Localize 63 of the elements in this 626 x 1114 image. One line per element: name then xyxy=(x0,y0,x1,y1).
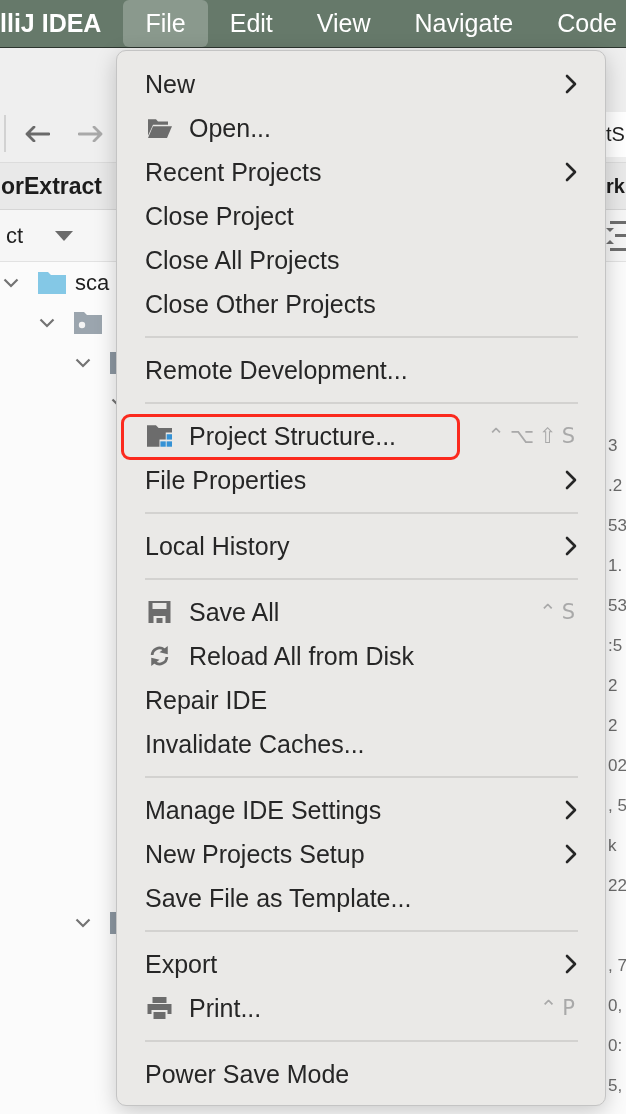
menu-bar-item[interactable]: View xyxy=(294,0,393,47)
code-fragment: 2 xyxy=(607,676,618,696)
menu-item[interactable]: New Projects Setup xyxy=(122,832,600,876)
menu-item[interactable]: Save File as Template... xyxy=(122,876,600,920)
arrow-left-icon xyxy=(24,125,50,142)
folder-grid-icon xyxy=(147,425,172,447)
code-fragment: , 7 xyxy=(607,956,626,976)
menu-item[interactable]: Close All Projects xyxy=(122,238,600,282)
editor-tab[interactable]: tS xyxy=(606,112,626,157)
chevron-down-icon[interactable] xyxy=(39,318,55,328)
arrow-right-icon xyxy=(78,125,104,142)
code-fragment: 0: xyxy=(607,1036,623,1056)
menu-item[interactable]: Invalidate Caches... xyxy=(122,722,600,766)
menu-item[interactable]: Save All ⌃S xyxy=(122,590,600,634)
menu-item[interactable]: Remote Development... xyxy=(122,348,600,392)
tree-item-label[interactable]: sca xyxy=(75,270,110,296)
menu-item[interactable]: Open... xyxy=(122,106,600,150)
view-dropdown[interactable]: ct xyxy=(0,222,74,249)
code-fragment: 53 xyxy=(607,516,626,536)
code-fragment: 5, xyxy=(607,1076,623,1096)
folder-icon xyxy=(74,312,102,334)
keyboard-shortcut: ⌃P xyxy=(539,996,580,1020)
menu-item[interactable]: Print... ⌃P xyxy=(122,986,600,1030)
code-fragment: 2 xyxy=(607,716,618,736)
menu-item[interactable]: Power Save Mode xyxy=(122,1052,600,1096)
menu-item[interactable]: Manage IDE Settings xyxy=(122,788,600,832)
menu-item[interactable]: Recent Projects xyxy=(122,150,600,194)
code-fragment: 1. xyxy=(607,556,623,576)
keyboard-shortcut: ⌃⌥⇧S xyxy=(487,424,580,448)
code-fragment: .2 xyxy=(607,476,623,496)
code-fragment: 3 xyxy=(607,436,618,456)
code-fragment: :5 xyxy=(607,636,623,656)
menu-item[interactable]: Local History xyxy=(122,524,600,568)
code-fragment: k xyxy=(607,836,617,856)
folder-icon xyxy=(147,117,172,139)
menu-item[interactable]: Close Project xyxy=(122,194,600,238)
panel-title: orExtract xyxy=(0,172,102,200)
menu-item[interactable]: Repair IDE xyxy=(122,678,600,722)
caret-icon xyxy=(55,230,74,241)
menu-item[interactable]: Reload All from Disk xyxy=(122,634,600,678)
menu-item[interactable]: File Properties xyxy=(122,458,600,502)
back-button[interactable] xyxy=(24,125,50,142)
chevron-down-icon[interactable] xyxy=(3,278,19,288)
chevron-down-icon[interactable] xyxy=(75,918,91,928)
code-fragment: 53 xyxy=(607,596,626,616)
collapse-all-icon[interactable] xyxy=(606,220,626,251)
folder-icon xyxy=(38,272,66,294)
code-fragment: 0, xyxy=(607,996,623,1016)
menu-bar-item[interactable]: Code xyxy=(535,0,617,47)
keyboard-shortcut: ⌃S xyxy=(539,600,580,624)
menu-item[interactable]: Project Structure... ⌃⌥⇧S xyxy=(122,414,600,458)
menu-item[interactable]: Export xyxy=(122,942,600,986)
code-fragment: 02 xyxy=(607,756,626,776)
code-fragment: , 5 xyxy=(607,796,626,816)
code-fragment: 22 xyxy=(607,876,626,896)
menu-item[interactable]: Close Other Projects xyxy=(122,282,600,326)
chevron-down-icon[interactable] xyxy=(75,358,91,368)
app-name[interactable]: lliJ IDEA xyxy=(0,0,102,47)
menu-bar-item[interactable]: Edit xyxy=(207,0,295,47)
printer-icon xyxy=(147,997,172,1019)
menu-bar-item[interactable]: Navigate xyxy=(392,0,536,47)
menu-item[interactable]: New xyxy=(122,62,600,106)
panel-title: rk xyxy=(606,174,625,198)
